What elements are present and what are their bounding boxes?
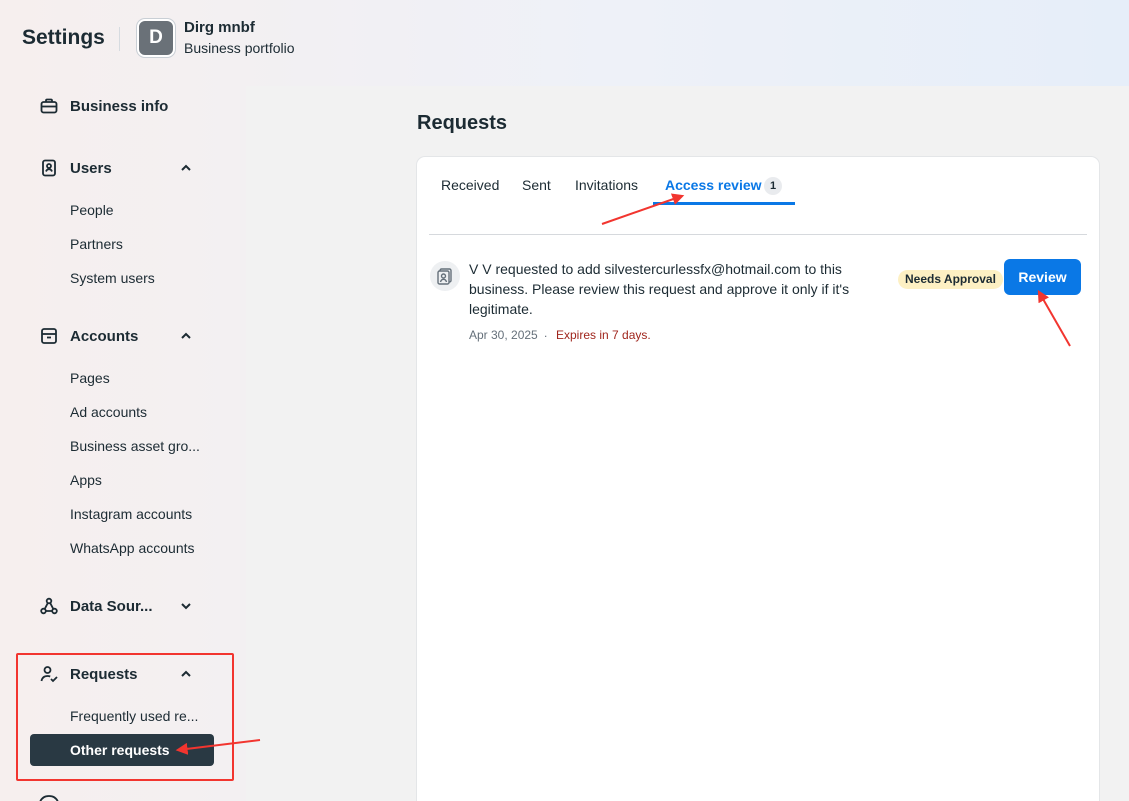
chevron-down-icon[interactable] [178,598,194,614]
chevron-up-icon[interactable] [178,160,194,176]
sidebar-item-accounts[interactable]: Accounts [38,324,198,348]
tab-invitations[interactable]: Invitations [575,177,638,193]
archive-box-icon [38,325,60,347]
sidebar-item-label: Users [70,159,112,177]
tab-access-review[interactable]: Access review [665,177,762,193]
business-name[interactable]: Dirg mnbf [184,19,255,36]
business-avatar[interactable]: D [137,19,175,57]
requester-avatar [430,261,460,291]
briefcase-icon [38,95,60,117]
access-review-count-badge: 1 [764,177,782,195]
sidebar-item-users[interactable]: Users [38,156,198,180]
sidebar-item-system-users[interactable]: System users [70,270,155,286]
requests-title: Requests [417,112,508,134]
sidebar-item-label: Data Sour... [70,597,153,615]
annotation-highlight-box [16,653,234,781]
requests-card: Received Sent Invitations Access review … [417,157,1099,801]
page-title: Settings [22,26,105,49]
sidebar-item-ad-accounts[interactable]: Ad accounts [70,404,147,420]
sidebar-item-whatsapp-accounts[interactable]: WhatsApp accounts [70,540,195,556]
request-separator: . [544,326,548,340]
request-date: Apr 30, 2025 [469,328,538,342]
tab-sent[interactable]: Sent [522,177,551,193]
sidebar-item-business-info[interactable]: Business info [38,94,198,118]
chevron-up-icon[interactable] [178,328,194,344]
active-tab-underline [653,202,795,205]
sidebar-item-label: Accounts [70,327,139,345]
sidebar-item-apps[interactable]: Apps [70,472,102,488]
data-nodes-icon [38,595,60,617]
status-badge: Needs Approval [898,270,1003,289]
request-expiry: Expires in 7 days. [556,328,651,342]
tabs-divider [429,234,1087,235]
user-placeholder-icon [437,268,452,285]
sidebar-item-data-sources[interactable]: Data Sour... [38,594,198,618]
main-content: Requests Received Sent Invitations Acces… [246,86,1129,801]
sidebar-item-instagram-accounts[interactable]: Instagram accounts [70,506,192,522]
sidebar-item-business-asset-groups[interactable]: Business asset gro... [70,438,200,454]
business-subtitle: Business portfolio [184,40,295,56]
sidebar-item-people[interactable]: People [70,202,114,218]
sidebar-item-partners[interactable]: Partners [70,236,123,252]
request-message: V V requested to add silvestercurlessfx@… [469,261,850,317]
header: Settings D Dirg mnbf Business portfolio [0,0,1129,78]
user-badge-icon [38,157,60,179]
partial-nav-icon [39,795,59,801]
review-button[interactable]: Review [1004,259,1081,295]
sidebar: Business info Users People Partners Syst… [0,78,238,801]
header-divider [119,27,120,51]
sidebar-item-label: Business info [70,97,169,115]
tab-received[interactable]: Received [441,177,499,193]
sidebar-item-pages[interactable]: Pages [70,370,110,386]
